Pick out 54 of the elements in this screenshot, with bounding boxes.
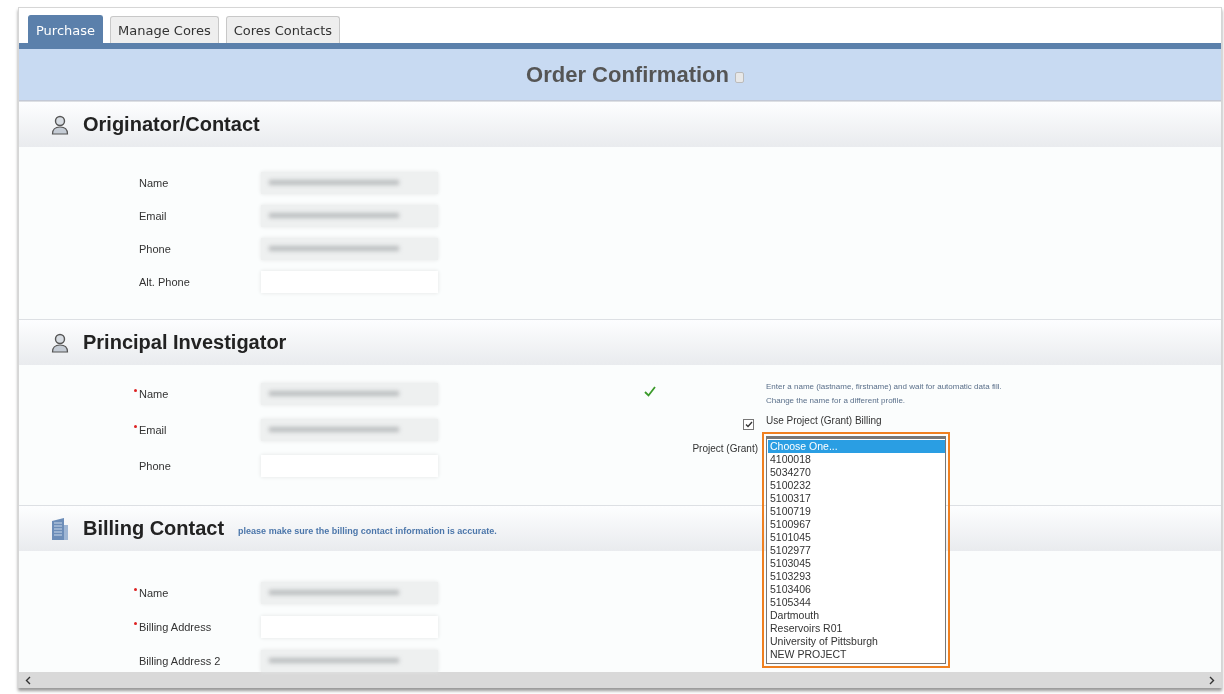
dropdown-option[interactable]: 5103045: [768, 557, 945, 570]
field-label: Billing Address 2: [138, 654, 222, 667]
section-title: Principal Investigator: [83, 331, 287, 354]
field-label: Name: [138, 387, 170, 400]
horizontal-scrollbar[interactable]: [19, 672, 1221, 688]
section-note: please make sure the billing contact information is accurate.: [238, 526, 497, 536]
input-field[interactable]: [261, 418, 438, 441]
field-label: Name: [138, 176, 170, 189]
building-icon: [51, 516, 69, 541]
section-title: Billing Contact: [83, 517, 225, 540]
checkbox[interactable]: [743, 419, 754, 430]
input-field[interactable]: [261, 171, 438, 194]
help-text: Enter a name (lastname, firstname) and wait for automatic data fill.: [766, 382, 1002, 391]
dropdown-option[interactable]: Reservoirs R01: [768, 622, 945, 635]
field-label: Email: [138, 423, 168, 436]
tab[interactable]: Manage Cores: [110, 16, 219, 44]
dropdown-option[interactable]: 5100719: [768, 505, 945, 518]
dropdown-option[interactable]: University of Pittsburgh: [768, 635, 945, 648]
dropdown-option[interactable]: 5100232: [768, 479, 945, 492]
field-label: Alt. Phone: [138, 275, 191, 288]
field-label: Billing Address: [138, 620, 213, 633]
dropdown-option[interactable]: Dartmouth: [768, 609, 945, 622]
field-label: Project (Grant): [692, 442, 758, 454]
scroll-right-icon[interactable]: [1209, 675, 1215, 685]
input-field[interactable]: [261, 382, 438, 405]
section-title: Originator/Contact: [83, 113, 260, 136]
dropdown-option[interactable]: 4100018: [768, 453, 945, 466]
dropdown-option[interactable]: NEW PROJECT: [768, 648, 945, 661]
dropdown-option[interactable]: 5103406: [768, 583, 945, 596]
dropdown-option[interactable]: 5100967: [768, 518, 945, 531]
person-icon: [51, 332, 69, 353]
field-label: Phone: [138, 242, 172, 255]
checkbox-label: Use Project (Grant) Billing: [766, 415, 883, 428]
help-text: Change the name for a different profile.: [766, 396, 907, 405]
page-title: Order Confirmation: [526, 61, 729, 88]
input-field[interactable]: [261, 581, 438, 604]
tab[interactable]: Cores Contacts: [225, 16, 341, 44]
dropdown-option[interactable]: 5105344: [768, 596, 945, 609]
tab[interactable]: Purchase: [28, 15, 104, 44]
scroll-left-icon[interactable]: [25, 675, 31, 685]
dropdown-option[interactable]: 5102977: [768, 544, 945, 557]
dropdown-option[interactable]: 5101045: [768, 531, 945, 544]
dropdown-list[interactable]: Choose One... 4100018 5034270 5100232 5100317 5100719 5100967 5101045 5102977 5103045 5103293 5103406 5105344 Dartmouth Reservoirs R01 University of Pittsburgh NEW PROJECT: [766, 436, 946, 664]
dropdown-option[interactable]: 5034270: [768, 466, 945, 479]
field-label: Email: [138, 209, 168, 222]
input-field[interactable]: [261, 204, 438, 227]
dropdown-option[interactable]: 5100317: [768, 492, 945, 505]
dropdown-option[interactable]: 5103293: [768, 570, 945, 583]
person-icon: [51, 114, 69, 135]
input-field[interactable]: [261, 237, 438, 260]
help-icon[interactable]: [734, 72, 744, 83]
input-field[interactable]: [261, 649, 438, 672]
field-label: Name: [138, 586, 170, 599]
field-label: Phone: [138, 459, 172, 472]
